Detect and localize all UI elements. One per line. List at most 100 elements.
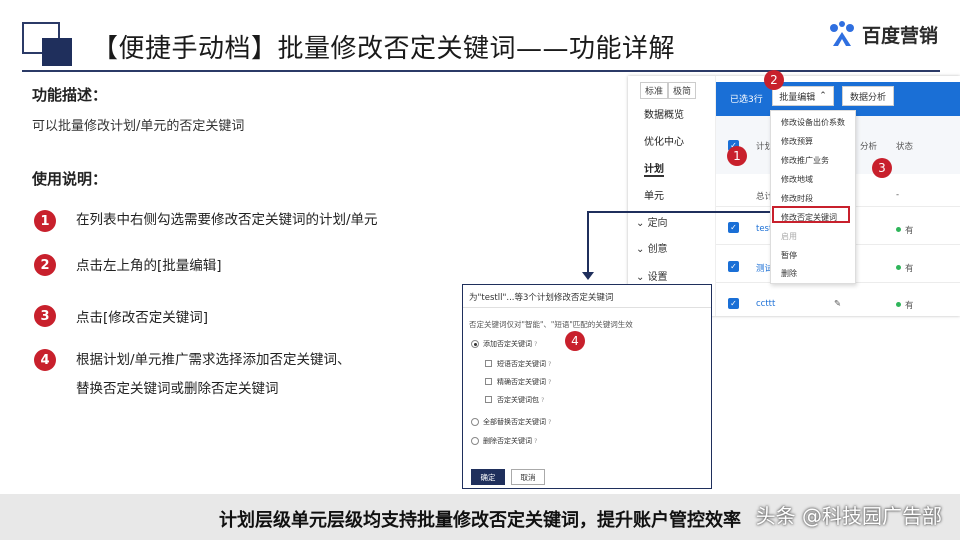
row-checkbox[interactable]: ✓ (728, 298, 739, 309)
chevron-down-icon: ⌄ (636, 244, 648, 255)
step-4-text-line1: 根据计划/单元推广需求选择添加否定关键词、 (76, 352, 351, 368)
menu-item-enable: 启用 (781, 232, 797, 241)
checkbox-exact[interactable] (485, 378, 492, 385)
header-decor-square-filled (42, 38, 72, 66)
connector-line (587, 211, 770, 213)
dialog-divider (463, 307, 711, 308)
row-checkbox[interactable]: ✓ (728, 261, 739, 272)
sidebar-item-targeting-label: 定向 (647, 218, 668, 229)
confirm-button[interactable]: 确定 (471, 469, 505, 485)
status-dot (896, 265, 901, 270)
sidebar-item-settings-label: 设置 (647, 272, 668, 283)
status-dot (896, 302, 901, 307)
sidebar-item-optimization[interactable]: 优化中心 (644, 133, 684, 148)
chevron-down-icon: ⌄ (636, 272, 648, 283)
step-4-badge: 4 (34, 349, 56, 371)
arrow-down-icon (582, 272, 594, 280)
connector-line-vertical (587, 211, 589, 274)
total-status: - (896, 190, 900, 200)
help-icon[interactable]: ? (534, 437, 537, 445)
option-exact-label: 精确否定关键词 (497, 378, 546, 386)
dialog-hint: 否定关键词仅对"智能"、"短语"匹配的关键词生效 (469, 320, 633, 329)
marker-1: 1 (727, 146, 747, 166)
help-icon[interactable]: ? (548, 418, 551, 426)
cancel-button[interactable]: 取消 (511, 469, 545, 485)
step-1-badge: 1 (34, 210, 56, 232)
row-plan-name[interactable]: ccttt (756, 299, 775, 309)
help-icon[interactable]: ? (541, 396, 544, 404)
option-add[interactable]: 添加否定关键词? (483, 339, 537, 349)
batch-edit-label: 批量编辑 (779, 92, 816, 103)
dialog-title: 为"testll"...等3个计划修改否定关键词 (469, 293, 614, 303)
chevron-down-icon: ⌄ (636, 218, 648, 229)
checkbox-package[interactable] (485, 396, 492, 403)
option-exact[interactable]: 精确否定关键词? (497, 377, 551, 387)
option-package[interactable]: 否定关键词包? (497, 395, 544, 405)
row-status: 有 (905, 264, 914, 274)
tab-minimal[interactable]: 极简 (668, 82, 697, 99)
radio-delete[interactable] (471, 437, 479, 445)
menu-item-pause[interactable]: 暂停 (781, 250, 797, 261)
sidebar-item-settings[interactable]: ⌄ 设置 (636, 268, 668, 283)
help-icon[interactable]: ? (534, 340, 537, 348)
step-3-text: 点击[修改否定关键词] (76, 310, 209, 326)
logo-text: 百度营销 (861, 24, 938, 47)
marker-3: 3 (872, 158, 892, 178)
function-description-label: 功能描述： (32, 86, 108, 104)
watermark: 头条 @科技园广告部 (755, 504, 942, 528)
sidebar-item-targeting[interactable]: ⌄ 定向 (636, 214, 668, 229)
option-add-label: 添加否定关键词 (483, 340, 532, 348)
option-replace[interactable]: 全部替换否定关键词? (483, 417, 551, 427)
selected-count: 已选3行 (730, 95, 763, 105)
menu-item-device-bid[interactable]: 修改设备出价系数 (781, 117, 845, 128)
sidebar-item-plan[interactable]: 计划 (644, 160, 664, 177)
option-package-label: 否定关键词包 (497, 396, 539, 404)
sidebar-item-overview[interactable]: 数据概览 (644, 106, 684, 121)
header-divider (22, 70, 940, 72)
menu-item-region[interactable]: 修改地域 (781, 174, 813, 185)
marker-4: 4 (565, 331, 585, 351)
tab-standard[interactable]: 标准 (640, 82, 669, 99)
step-1-text: 在列表中右侧勾选需要修改否定关键词的计划/单元 (76, 212, 378, 228)
option-delete-label: 删除否定关键词 (483, 437, 532, 445)
baidu-logo-icon (829, 21, 854, 46)
option-delete[interactable]: 删除否定关键词? (483, 436, 537, 446)
sidebar-item-creative-label: 创意 (647, 244, 668, 255)
slide: 【便捷手动档】批量修改否定关键词——功能详解 百度营销 功能描述： 可以批量修改… (0, 0, 960, 540)
sidebar-item-unit[interactable]: 单元 (644, 187, 664, 202)
negative-keyword-dialog: 为"testll"...等3个计划修改否定关键词 否定关键词仅对"智能"、"短语… (462, 284, 712, 489)
edit-icon[interactable]: ✎ (834, 299, 841, 309)
option-phrase[interactable]: 短语否定关键词? (497, 359, 551, 369)
checkbox-phrase[interactable] (485, 360, 492, 367)
menu-item-budget[interactable]: 修改预算 (781, 136, 813, 147)
usage-label: 使用说明： (32, 170, 108, 188)
batch-edit-button[interactable]: 批量编辑 ⌃ (772, 86, 834, 106)
menu-item-business[interactable]: 修改推广业务 (781, 155, 829, 166)
sidebar-item-creative[interactable]: ⌄ 创意 (636, 240, 668, 255)
batch-edit-dropdown: 修改设备出价系数 修改预算 修改推广业务 修改地域 修改时段 修改否定关键词 启… (770, 110, 856, 284)
function-description-text: 可以批量修改计划/单元的否定关键词 (32, 119, 245, 134)
menu-item-delete[interactable]: 删除 (781, 268, 797, 279)
data-analysis-button[interactable]: 数据分析 (842, 86, 894, 106)
step-2-text: 点击左上角的[批量编辑] (76, 258, 222, 274)
step-4-text-line2: 替换否定关键词或删除否定关键词 (76, 381, 279, 397)
column-analysis: 分析 (860, 142, 878, 152)
radio-add[interactable] (471, 340, 479, 348)
help-icon[interactable]: ? (548, 378, 551, 386)
row-checkbox[interactable]: ✓ (728, 222, 739, 233)
step-3-badge: 3 (34, 305, 56, 327)
column-status: 状态 (896, 142, 914, 152)
status-dot (896, 227, 901, 232)
chevron-up-icon: ⌃ (819, 91, 827, 101)
marker-2: 2 (764, 70, 784, 90)
row-status: 有 (905, 301, 914, 311)
option-phrase-label: 短语否定关键词 (497, 360, 546, 368)
page-title: 【便捷手动档】批量修改否定关键词——功能详解 (92, 34, 676, 64)
radio-replace[interactable] (471, 418, 479, 426)
mode-tabs: 标准 极简 (640, 82, 697, 99)
negative-keywords-highlight (772, 206, 850, 223)
menu-item-schedule[interactable]: 修改时段 (781, 193, 813, 204)
help-icon[interactable]: ? (548, 360, 551, 368)
step-2-badge: 2 (34, 254, 56, 276)
option-replace-label: 全部替换否定关键词 (483, 418, 546, 426)
